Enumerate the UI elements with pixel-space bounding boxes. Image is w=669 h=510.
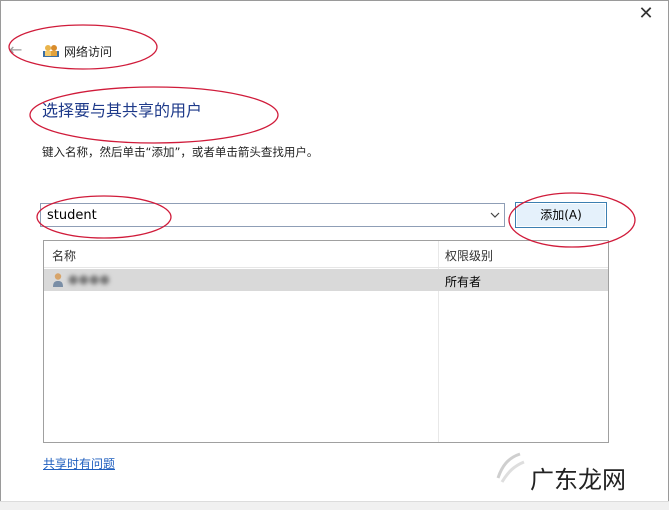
instructions-text: 键入名称，然后单击“添加”，或者单击箭头查找用户。: [42, 145, 319, 159]
add-button[interactable]: 添加(A): [515, 202, 607, 228]
back-arrow-icon[interactable]: ←: [9, 40, 22, 59]
watermark-text: 广东龙网: [530, 466, 626, 494]
network-users-icon: [43, 45, 59, 57]
watermark-logo-icon: [496, 452, 525, 483]
user-input-value[interactable]: student: [47, 208, 97, 223]
user-name: ●●●●: [68, 272, 110, 286]
column-header-permission[interactable]: 权限级别: [445, 247, 493, 264]
window-title: 网络访问: [64, 45, 113, 59]
table-row[interactable]: ●●●● 所有者: [44, 269, 608, 291]
user-icon: [53, 273, 63, 287]
user-combobox[interactable]: student: [40, 203, 505, 227]
chevron-down-icon[interactable]: [490, 210, 500, 220]
close-button[interactable]: ✕: [631, 2, 661, 26]
sharing-problems-link[interactable]: 共享时有问题: [43, 455, 115, 472]
header-separator: [44, 267, 608, 268]
column-header-name[interactable]: 名称: [52, 247, 76, 264]
bottom-strip: [0, 501, 669, 510]
page-title: 选择要与其共享的用户: [42, 101, 203, 120]
user-permission[interactable]: 所有者: [445, 273, 481, 290]
users-table: 名称 权限级别 ●●●● 所有者: [43, 240, 609, 443]
close-icon[interactable]: ✕: [638, 3, 653, 24]
